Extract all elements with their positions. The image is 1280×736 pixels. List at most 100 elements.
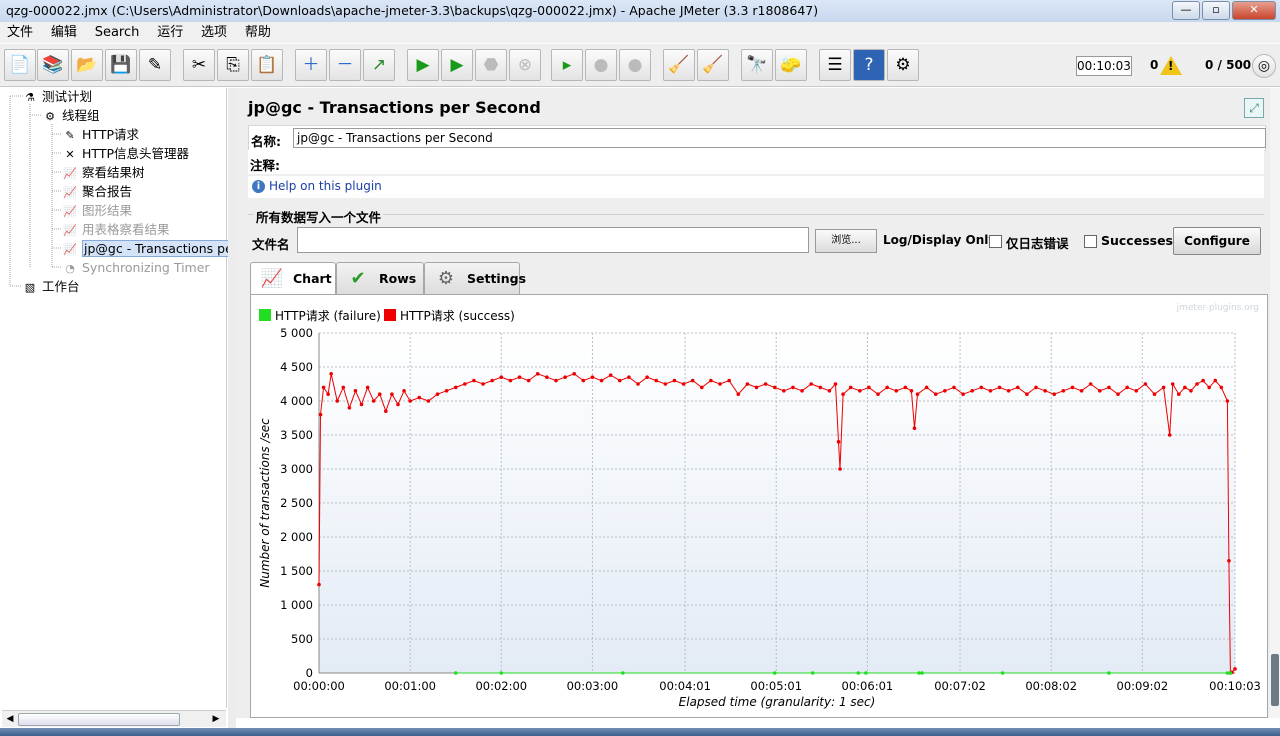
open-icon[interactable]: 📂 bbox=[71, 49, 103, 81]
start-no-pauses-icon[interactable]: ▶ bbox=[441, 49, 473, 81]
log-display-label: Log/Display Only: bbox=[883, 233, 1001, 247]
tree-node-view-results-tree[interactable]: 📈 察看结果树 bbox=[62, 163, 144, 182]
window-title: qzg-000022.jmx (C:\Users\Administrator\D… bbox=[6, 3, 819, 18]
data-point bbox=[841, 392, 845, 396]
data-point bbox=[572, 372, 577, 376]
stop-icon[interactable]: ⬣ bbox=[475, 49, 507, 81]
tab-chart[interactable]: 📈 Chart bbox=[250, 262, 336, 297]
menu-help[interactable]: 帮助 bbox=[238, 22, 278, 43]
x-tick-label: 00:10:03 bbox=[1209, 679, 1261, 693]
maximize-panel-icon[interactable]: ⤢ bbox=[1244, 98, 1264, 118]
tree-node-http-request[interactable]: ✎ HTTP请求 bbox=[62, 125, 139, 144]
search-icon[interactable]: 🔭 bbox=[741, 49, 773, 81]
menu-edit[interactable]: 编辑 bbox=[44, 22, 84, 43]
remote-shutdown-icon[interactable]: ● bbox=[619, 49, 651, 81]
menu-options[interactable]: 选项 bbox=[194, 22, 234, 43]
data-point bbox=[1213, 378, 1218, 383]
scroll-thumb[interactable] bbox=[18, 713, 180, 726]
clear-all-icon[interactable]: 🧹 bbox=[697, 49, 729, 81]
tree-horizontal-scrollbar[interactable]: ◀ ▶ bbox=[2, 710, 226, 727]
save-as-icon[interactable]: ✎ bbox=[139, 49, 171, 81]
successes-checkbox[interactable] bbox=[1084, 235, 1097, 248]
collapse-all-icon[interactable]: － bbox=[329, 49, 361, 81]
name-field[interactable]: jp@gc - Transactions per Second bbox=[293, 128, 1266, 148]
copy-icon[interactable]: ⎘ bbox=[217, 49, 249, 81]
data-point bbox=[836, 440, 841, 444]
tab-rows[interactable]: ✔ Rows bbox=[336, 262, 424, 295]
warning-icon[interactable]: ! bbox=[1160, 56, 1182, 75]
tree-node-tps-listener[interactable]: 📈 jp@gc - Transactions per bbox=[62, 239, 240, 258]
data-point bbox=[809, 382, 813, 386]
tree-node-header-manager[interactable]: ✕ HTTP信息头管理器 bbox=[62, 144, 189, 163]
test-plan-tree: ⚗ 测试计划 ⚙ 线程组 ✎ HTTP请求 ✕ HTTP信息头管理器 📈 察看结果树 📈 聚… bbox=[2, 87, 240, 708]
data-point bbox=[672, 378, 677, 383]
maximize-button[interactable]: ▫ bbox=[1202, 1, 1230, 20]
data-point bbox=[894, 389, 899, 393]
data-point bbox=[621, 671, 625, 675]
tree-node-aggregate-report[interactable]: 📈 聚合报告 bbox=[62, 182, 132, 201]
tree-node-thread-group[interactable]: ⚙ 线程组 bbox=[42, 106, 99, 125]
paste-icon[interactable]: 📋 bbox=[251, 49, 283, 81]
help-link[interactable]: Help on this plugin bbox=[269, 179, 382, 193]
expand-all-icon[interactable]: ＋ bbox=[295, 49, 327, 81]
data-point bbox=[920, 671, 924, 675]
errors-only-checkbox[interactable] bbox=[989, 235, 1002, 248]
checkmark-icon: ✔ bbox=[350, 268, 366, 289]
data-point bbox=[499, 375, 504, 379]
data-point bbox=[952, 385, 956, 390]
right-vertical-scrollbar[interactable] bbox=[1270, 88, 1280, 718]
scroll-left-icon[interactable]: ◀ bbox=[3, 712, 17, 726]
tree-node-test-plan[interactable]: ⚗ 测试计划 bbox=[22, 87, 92, 106]
new-icon[interactable]: 📄 bbox=[4, 49, 36, 81]
data-point bbox=[654, 378, 659, 383]
menu-search[interactable]: Search bbox=[88, 22, 147, 43]
split-pane-divider[interactable] bbox=[228, 88, 236, 728]
y-tick-label: 3 500 bbox=[280, 428, 313, 442]
legend-swatch bbox=[384, 309, 396, 321]
toggle-icon[interactable]: ↗ bbox=[363, 49, 395, 81]
cut-icon[interactable]: ✂ bbox=[183, 49, 215, 81]
configure-button[interactable]: Configure bbox=[1173, 227, 1261, 255]
plugins-manager-icon[interactable]: ⚙ bbox=[887, 49, 919, 81]
scroll-right-icon[interactable]: ▶ bbox=[209, 712, 223, 726]
chart-area[interactable]: HTTP请求 (failure) HTTP请求 (success) jmeter-… bbox=[250, 294, 1268, 718]
help-icon[interactable]: ? bbox=[853, 49, 885, 81]
clear-icon[interactable]: 🧹 bbox=[663, 49, 695, 81]
tree-node-sync-timer[interactable]: ◔ Synchronizing Timer bbox=[62, 258, 209, 277]
successes-label: Successes bbox=[1101, 233, 1173, 248]
chart-icon: 📈 bbox=[260, 268, 284, 289]
x-tick-label: 00:09:02 bbox=[1117, 679, 1169, 693]
tree-node-table-results[interactable]: 📈 用表格察看结果 bbox=[62, 220, 169, 239]
data-point bbox=[1034, 385, 1038, 390]
templates-icon[interactable]: 📚 bbox=[37, 49, 69, 81]
vertical-scroll-thumb[interactable] bbox=[1271, 654, 1279, 706]
remote-stop-icon[interactable]: ● bbox=[585, 49, 617, 81]
tree-node-workbench[interactable]: ▧ 工作台 bbox=[22, 277, 80, 296]
data-point bbox=[800, 389, 804, 393]
data-point bbox=[453, 385, 458, 390]
start-icon[interactable]: ▶ bbox=[407, 49, 439, 81]
data-point bbox=[1183, 385, 1187, 390]
menu-file[interactable]: 文件 bbox=[0, 22, 40, 43]
data-point bbox=[782, 389, 786, 393]
tab-settings[interactable]: ⚙ Settings bbox=[424, 262, 526, 295]
close-button[interactable]: ✕ bbox=[1232, 1, 1276, 20]
tree-node-graph-results[interactable]: 📈 图形结果 bbox=[62, 201, 132, 220]
x-tick-label: 00:03:00 bbox=[567, 679, 619, 693]
data-point bbox=[417, 395, 422, 400]
menu-run[interactable]: 运行 bbox=[150, 22, 190, 43]
filename-input[interactable] bbox=[297, 227, 809, 253]
save-icon[interactable]: 💾 bbox=[105, 49, 137, 81]
shutdown-icon[interactable]: ⊗ bbox=[509, 49, 541, 81]
remote-start-icon[interactable]: ▸ bbox=[551, 49, 583, 81]
function-helper-icon[interactable]: ☰ bbox=[819, 49, 851, 81]
minimize-button[interactable]: — bbox=[1172, 1, 1200, 20]
remote-status-icon[interactable]: ◎ bbox=[1252, 54, 1276, 78]
comment-row[interactable]: 注释: bbox=[248, 150, 1264, 174]
data-point bbox=[326, 392, 330, 396]
data-point bbox=[979, 385, 984, 390]
reset-search-icon[interactable]: 🧽 bbox=[775, 49, 807, 81]
browse-button[interactable]: 浏览... bbox=[815, 229, 877, 253]
data-point bbox=[377, 392, 382, 396]
data-point bbox=[1161, 385, 1166, 390]
